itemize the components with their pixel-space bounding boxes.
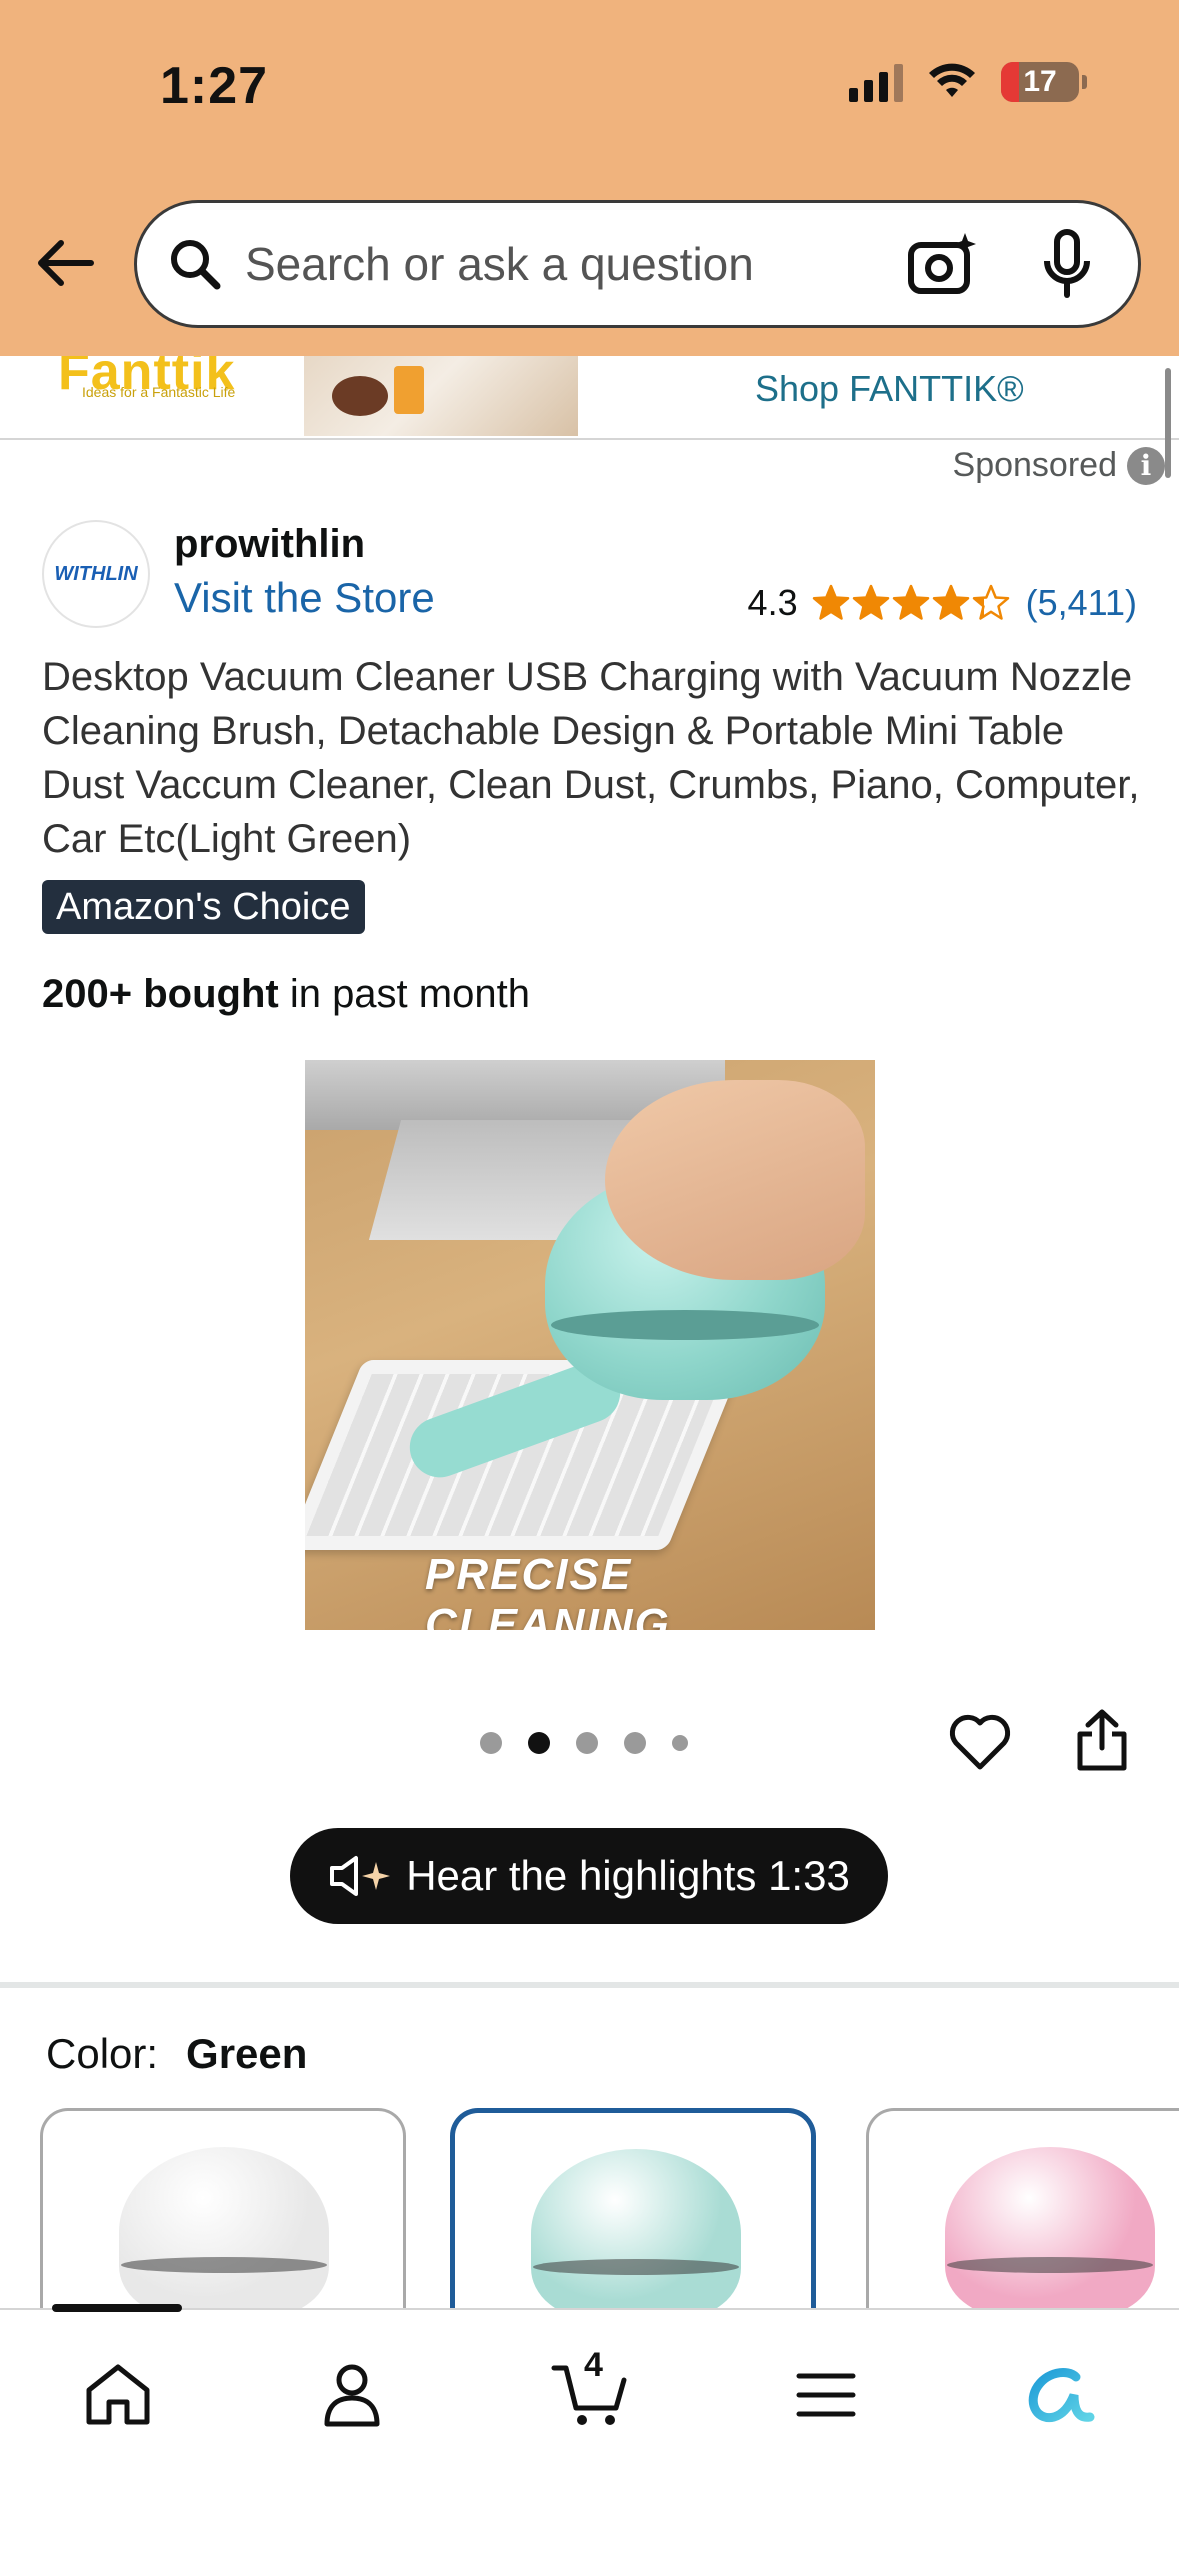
color-label-text: Color: (46, 2030, 159, 2077)
cart-count: 4 (584, 2346, 603, 2384)
share-button[interactable] (1066, 1704, 1138, 1776)
account-icon (324, 2364, 380, 2427)
nav-cart[interactable]: 4 (540, 2346, 640, 2440)
menu-icon (796, 2373, 856, 2417)
microphone-icon[interactable] (1032, 224, 1102, 304)
heart-icon (949, 1714, 1011, 1770)
brand-logo[interactable]: WITHLIN (42, 520, 150, 628)
star-icon (932, 584, 969, 620)
status-icons: 17 (849, 62, 1087, 102)
search-icon (163, 232, 227, 296)
ad-brand-tagline: Ideas for a Fantastic Life (82, 384, 236, 400)
app-header: 1:27 17 Search or ask a question (0, 0, 1179, 356)
rufus-icon (1028, 2368, 1095, 2423)
color-selector-label: Color: Green (46, 2030, 307, 2078)
search-input[interactable]: Search or ask a question (245, 237, 902, 291)
wifi-icon (929, 63, 975, 97)
bought-count: 200+ bought in past month (42, 972, 530, 1017)
sponsored-label[interactable]: Sponsored i (953, 446, 1165, 485)
bought-count-bold: 200+ bought (42, 972, 279, 1016)
brand-name: prowithlin (174, 522, 366, 566)
color-swatch-pink[interactable] (866, 2108, 1179, 2308)
active-tab-indicator (52, 2304, 182, 2312)
sponsored-brand-banner[interactable]: Fanttik Ideas for a Fantastic Life Shop … (0, 356, 1179, 440)
nav-home[interactable] (68, 2350, 168, 2440)
color-swatch-white[interactable] (40, 2108, 406, 2308)
scrollbar (1165, 368, 1171, 478)
battery-icon: 17 (1001, 62, 1087, 102)
camera-search-icon[interactable] (902, 224, 982, 304)
rating-count[interactable]: (5,411) (1026, 582, 1137, 624)
color-swatch-green[interactable] (450, 2108, 816, 2308)
carousel-dot[interactable] (480, 1732, 502, 1754)
cellular-signal-icon (849, 62, 903, 102)
back-arrow-icon (38, 240, 94, 286)
star-icon (812, 584, 849, 620)
audio-sparkle-icon (330, 1856, 391, 1896)
product-image[interactable]: PRECISE CLEANING (305, 1060, 875, 1630)
visit-store-link[interactable]: Visit the Store (174, 574, 435, 622)
selected-color: Green (186, 2030, 308, 2077)
info-icon[interactable]: i (1127, 446, 1165, 485)
brand-logo-text: WITHLIN (54, 562, 138, 585)
amazons-choice-badge: Amazon's Choice (42, 880, 365, 934)
star-rating (812, 584, 1010, 622)
status-time: 1:27 (160, 57, 269, 115)
nav-account[interactable] (302, 2350, 402, 2440)
back-button[interactable] (30, 228, 100, 298)
bought-count-rest: in past month (278, 972, 530, 1016)
carousel-dot[interactable] (624, 1732, 646, 1754)
carousel-dot[interactable] (576, 1732, 598, 1754)
rating-value: 4.3 (747, 582, 798, 623)
swatch-image-green (531, 2149, 741, 2308)
ad-shop-link[interactable]: Shop FANTTIK® (755, 368, 1024, 410)
product-title: Desktop Vacuum Cleaner USB Charging with… (42, 655, 1140, 861)
star-icon (852, 584, 889, 620)
wishlist-button[interactable] (944, 1706, 1016, 1778)
section-divider (0, 1982, 1179, 1988)
carousel-dots[interactable] (480, 1732, 688, 1754)
image-caption: PRECISE CLEANING (425, 1550, 671, 1630)
sponsored-text: Sponsored (952, 446, 1117, 484)
carousel-dot[interactable] (672, 1735, 688, 1751)
share-icon (1077, 1709, 1127, 1771)
star-icon (972, 584, 1009, 620)
battery-level: 17 (1023, 65, 1057, 98)
home-icon (86, 2364, 150, 2425)
hear-highlights-button[interactable]: Hear the highlights 1:33 (290, 1828, 888, 1924)
bottom-navigation: 4 (0, 2304, 1179, 2556)
search-bar[interactable]: Search or ask a question (134, 200, 1141, 328)
swatch-image-white (119, 2147, 329, 2308)
swatch-image-pink (945, 2147, 1155, 2308)
star-icon (892, 584, 929, 620)
nav-rufus[interactable] (1010, 2350, 1110, 2440)
carousel-dot[interactable] (528, 1732, 550, 1754)
hear-highlights-label: Hear the highlights 1:33 (406, 1852, 850, 1899)
nav-menu[interactable] (776, 2350, 876, 2440)
rating-summary[interactable]: 4.3 (5,411) (748, 582, 1137, 624)
ad-product-image (304, 356, 578, 436)
